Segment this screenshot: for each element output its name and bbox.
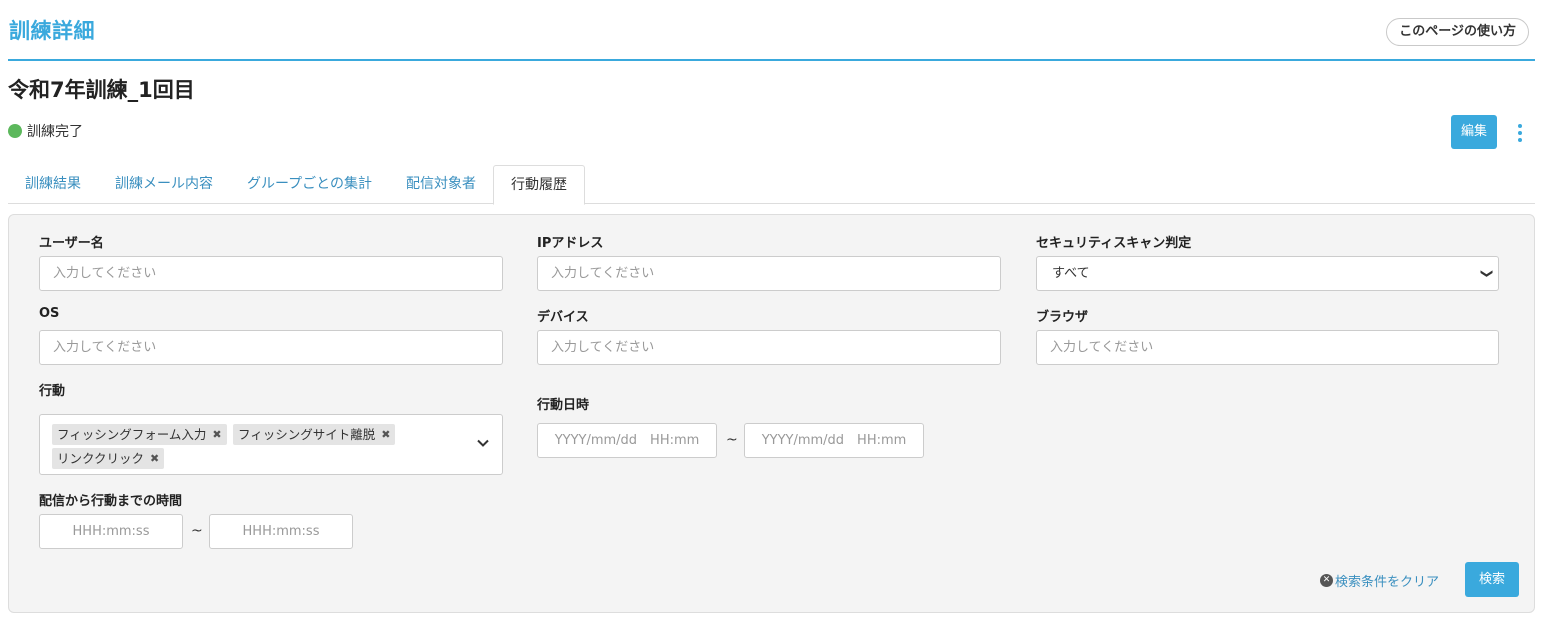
username-label: ユーザー名 xyxy=(39,236,104,251)
remove-chip-icon[interactable]: ✖ xyxy=(212,424,221,445)
security-scan-value: すべて xyxy=(1052,266,1090,281)
action-datetime-to-input[interactable]: YYYY/mm/dd HH:mm xyxy=(744,423,924,458)
chevron-down-icon: ❯ xyxy=(1480,268,1495,279)
tab-recipients[interactable]: 配信対象者 xyxy=(389,165,493,204)
clear-filters-label: 検索条件をクリア xyxy=(1335,575,1440,590)
action-label: 行動 xyxy=(39,384,66,399)
ip-address-input[interactable]: 入力してください xyxy=(537,256,1001,291)
training-title: 令和7年訓練_1回目 xyxy=(8,78,195,102)
more-options-icon[interactable] xyxy=(1511,122,1529,144)
elapsed-to-input[interactable]: HHH:mm:ss xyxy=(209,514,353,549)
chip-label: フィッシングフォーム入力 xyxy=(57,427,207,442)
range-separator: ~ xyxy=(726,432,738,448)
security-scan-select[interactable]: すべて ❯ xyxy=(1036,256,1499,291)
chip-label: リンククリック xyxy=(57,451,145,466)
chip-label: フィッシングサイト離脱 xyxy=(238,427,376,442)
ip-address-label: IPアドレス xyxy=(537,236,604,251)
tab-action-history[interactable]: 行動履歴 xyxy=(493,165,586,205)
security-scan-label: セキュリティスキャン判定 xyxy=(1036,236,1192,251)
range-separator: ~ xyxy=(191,523,203,539)
search-button[interactable]: 検索 xyxy=(1465,562,1519,597)
page-header: 訓練詳細 このページの使い方 xyxy=(8,0,1535,61)
tab-training-email[interactable]: 訓練メール内容 xyxy=(98,165,230,204)
elapsed-from-input[interactable]: HHH:mm:ss xyxy=(39,514,183,549)
tab-bar: 訓練結果 訓練メール内容 グループごとの集計 配信対象者 行動履歴 xyxy=(8,165,1535,205)
username-input[interactable]: 入力してください xyxy=(39,256,503,291)
os-input[interactable]: 入力してください xyxy=(39,330,503,365)
chevron-down-icon xyxy=(477,439,489,447)
clear-filters-link[interactable]: ✕ 検索条件をクリア xyxy=(1320,571,1439,590)
status-label: 訓練完了 xyxy=(27,124,83,140)
browser-label: ブラウザ xyxy=(1036,310,1089,325)
edit-button[interactable]: 編集 xyxy=(1451,115,1497,149)
filter-panel: ユーザー名 入力してください IPアドレス 入力してください セキュリティスキャ… xyxy=(8,214,1535,613)
status-badge: 訓練完了 xyxy=(8,121,83,141)
remove-chip-icon[interactable]: ✖ xyxy=(381,424,390,445)
action-multiselect[interactable]: フィッシングフォーム入力 ✖ フィッシングサイト離脱 ✖ リンククリック ✖ xyxy=(39,414,503,475)
elapsed-time-label: 配信から行動までの時間 xyxy=(39,494,183,509)
tab-training-results[interactable]: 訓練結果 xyxy=(8,165,98,204)
action-chip: リンククリック ✖ xyxy=(52,448,165,469)
action-chip: フィッシングサイト離脱 ✖ xyxy=(233,424,396,445)
page-heading: 訓練詳細 xyxy=(9,19,95,43)
browser-input[interactable]: 入力してください xyxy=(1036,330,1499,365)
action-datetime-from-input[interactable]: YYYY/mm/dd HH:mm xyxy=(537,423,717,458)
close-circle-icon: ✕ xyxy=(1320,574,1333,587)
remove-chip-icon[interactable]: ✖ xyxy=(150,448,159,469)
device-input[interactable]: 入力してください xyxy=(537,330,1001,365)
tab-group-summary[interactable]: グループごとの集計 xyxy=(230,165,389,204)
os-label: OS xyxy=(39,306,60,321)
device-label: デバイス xyxy=(537,310,589,325)
action-chip: フィッシングフォーム入力 ✖ xyxy=(52,424,227,445)
status-dot-icon xyxy=(8,124,22,138)
help-button[interactable]: このページの使い方 xyxy=(1386,18,1529,46)
action-datetime-label: 行動日時 xyxy=(537,398,590,413)
